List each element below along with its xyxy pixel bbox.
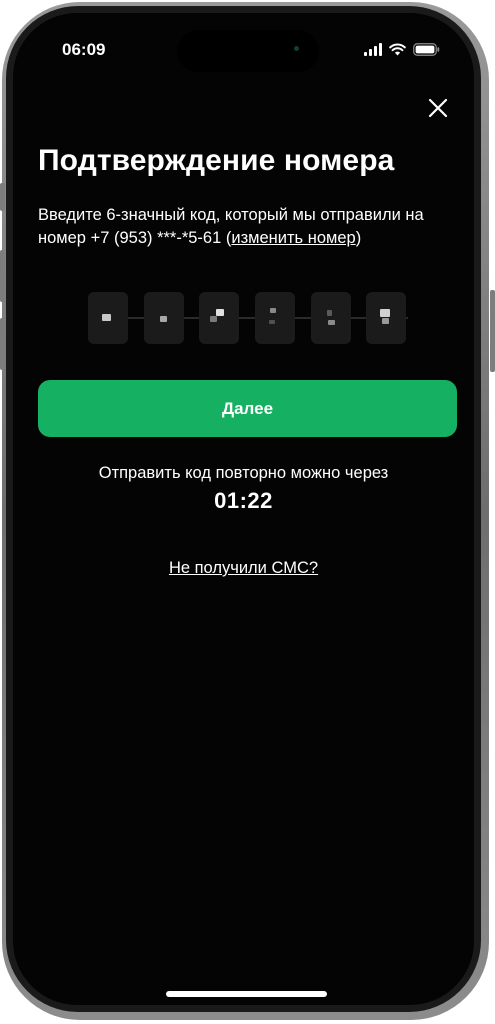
masked-digit [216, 309, 224, 316]
code-input-cell[interactable] [199, 292, 239, 344]
battery-icon [413, 42, 440, 56]
description-text-end: ) [355, 229, 362, 247]
code-input-cell[interactable] [366, 292, 406, 344]
no-sms-link[interactable]: Не получили СМС? [13, 559, 474, 578]
masked-digit [270, 308, 276, 313]
masked-digit [328, 320, 335, 325]
close-icon [428, 98, 448, 118]
page-title: Подтверждение номера [38, 144, 395, 177]
code-input-connector [88, 317, 408, 319]
next-button[interactable]: Далее [38, 380, 457, 437]
code-input-row[interactable] [88, 292, 408, 344]
masked-digit [102, 314, 111, 321]
home-indicator[interactable] [166, 991, 327, 997]
masked-digit [210, 316, 217, 322]
change-number-link[interactable]: изменить номер [231, 229, 355, 247]
masked-digit [160, 316, 167, 322]
code-input-cell[interactable] [88, 292, 128, 344]
status-time: 06:09 [62, 40, 106, 59]
resend-timer: 01:22 [214, 488, 273, 513]
dynamic-island [177, 30, 319, 72]
code-input-cell[interactable] [255, 292, 295, 344]
masked-digit [269, 320, 275, 324]
status-bar: 06:09 [13, 13, 474, 83]
masked-digit [380, 309, 390, 317]
status-icons [364, 41, 440, 57]
phone-volume-up [0, 250, 5, 302]
phone-volume-down [0, 318, 5, 370]
cellular-signal-icon [364, 42, 382, 56]
resend-label: Отправить код повторно можно через [98, 464, 389, 482]
masked-digit [382, 318, 389, 324]
description: Введите 6-значный код, который мы отправ… [38, 204, 458, 250]
masked-digit [327, 310, 332, 316]
phone-power-button [490, 290, 495, 372]
close-button[interactable] [426, 96, 450, 120]
code-input-cell[interactable] [311, 292, 351, 344]
code-input-cell[interactable] [144, 292, 184, 344]
screen: 06:09 Подтверждение номера Введите 6-зна… [13, 13, 474, 1005]
camera-indicator [294, 46, 299, 51]
phone-side-button [0, 183, 5, 211]
wifi-icon [389, 42, 406, 56]
